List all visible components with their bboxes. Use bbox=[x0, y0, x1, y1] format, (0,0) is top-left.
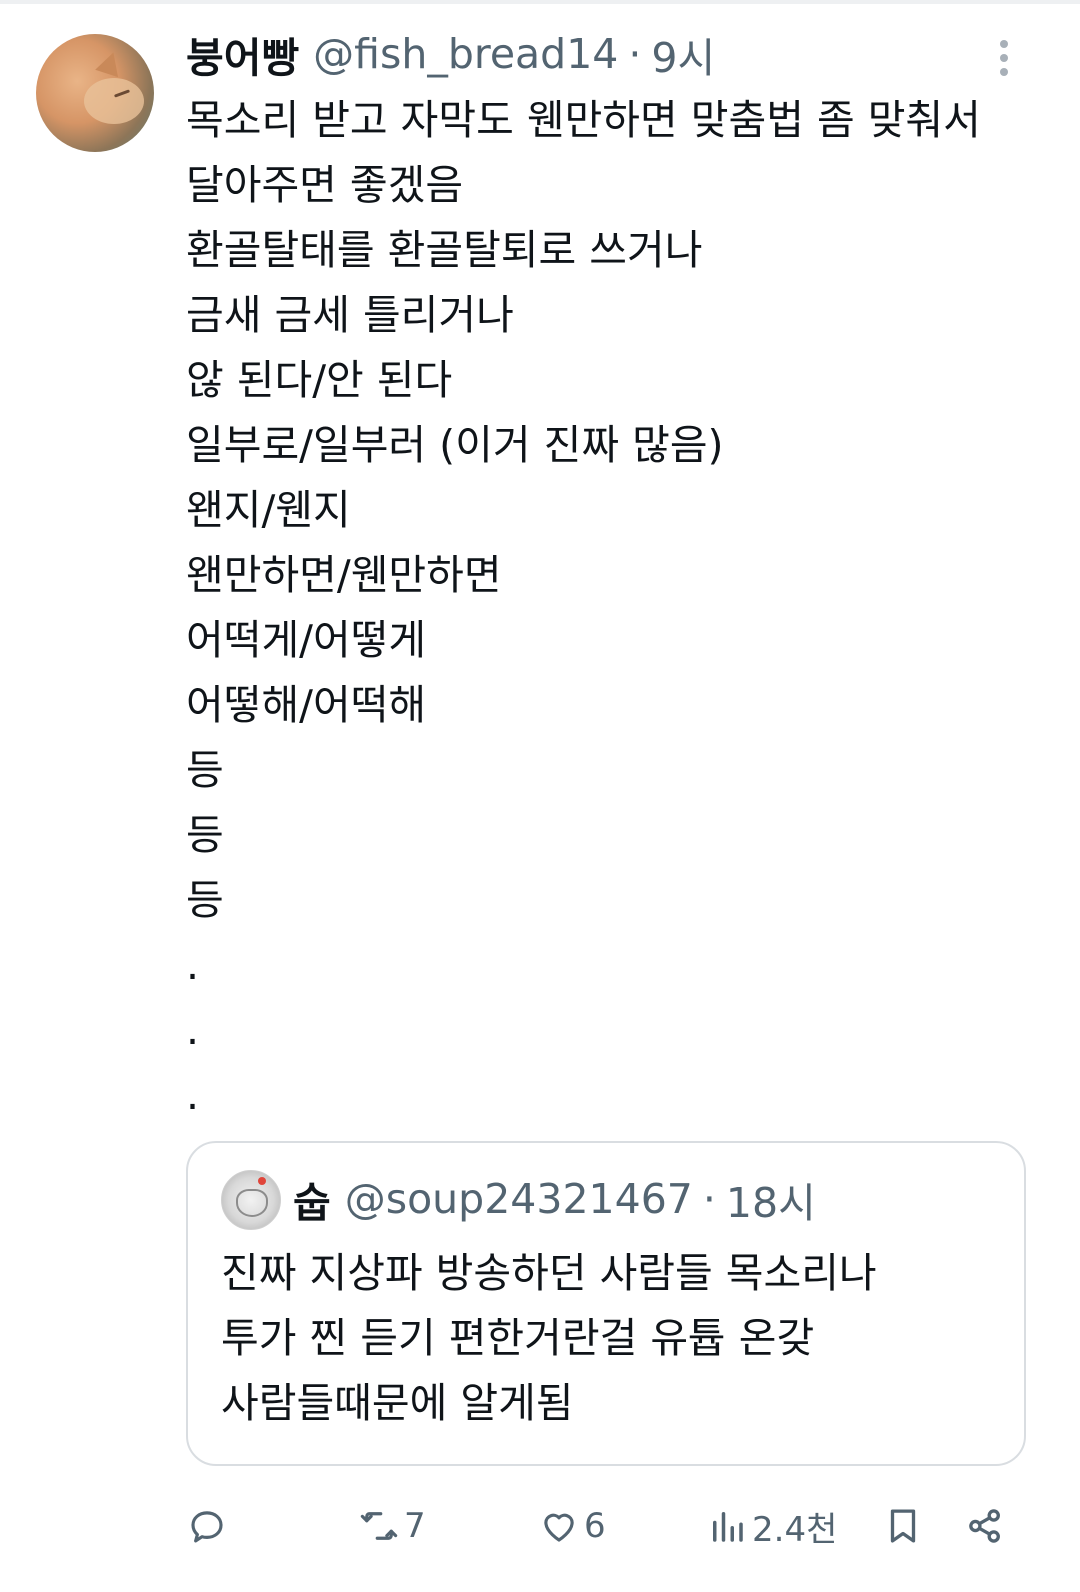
tweet-line: . bbox=[186, 941, 200, 989]
tweet-time[interactable]: 9시 bbox=[651, 24, 715, 84]
share-icon bbox=[969, 1509, 1000, 1543]
retweet-icon bbox=[360, 1512, 398, 1540]
like-count: 6 bbox=[584, 1506, 606, 1546]
quoted-line: 진짜 지상파 방송하던 사람들 목소리나 bbox=[221, 1249, 877, 1297]
reply-button[interactable] bbox=[186, 1496, 228, 1556]
heart-icon bbox=[544, 1513, 574, 1542]
quoted-body: 진짜 지상파 방송하던 사람들 목소리나 투가 찐 듣기 편한거란걸 유튭 온갖… bbox=[221, 1241, 877, 1436]
retweet-button[interactable]: 7 bbox=[358, 1496, 426, 1556]
tweet-header: 붕어빵 @fish_bread14 · 9시 bbox=[186, 26, 715, 82]
tweet-line: 왠만하면/웬만하면 bbox=[186, 551, 502, 599]
avatar-red-dot bbox=[258, 1177, 266, 1185]
views-count: 2.4천 bbox=[752, 1509, 838, 1550]
share-button[interactable] bbox=[964, 1496, 1006, 1556]
tweet-line: 왠지/웬지 bbox=[186, 486, 351, 534]
tweet-body: 목소리 받고 자막도 웬만하면 맞춤법 좀 맞춰서 달아주면 좋겠음 환골탈태를… bbox=[186, 88, 1046, 1128]
quoted-author-handle[interactable]: @soup24321467 bbox=[345, 1175, 693, 1223]
tweet-line: 어떡게/어떻게 bbox=[186, 616, 427, 664]
like-button[interactable]: 6 bbox=[538, 1496, 606, 1556]
tweet-line: 일부로/일부러 (이거 진짜 많음) bbox=[186, 421, 724, 469]
bookmark-button[interactable] bbox=[882, 1496, 924, 1556]
tweet-line: . bbox=[186, 1071, 200, 1119]
quoted-author-name[interactable]: 숩 bbox=[293, 1169, 331, 1229]
avatar-cat-face bbox=[84, 78, 144, 124]
retweet-count: 7 bbox=[404, 1506, 426, 1546]
reply-icon bbox=[191, 1511, 223, 1543]
tweet-line: 않 된다/안 된다 bbox=[186, 356, 453, 404]
views-button[interactable]: 2.4천 bbox=[706, 1496, 837, 1556]
quoted-author-avatar[interactable] bbox=[221, 1170, 281, 1230]
avatar-sketch bbox=[236, 1189, 268, 1217]
tweet-line: 어떻해/어떡해 bbox=[186, 681, 427, 729]
author-avatar[interactable] bbox=[36, 34, 154, 152]
quoted-line: 투가 찐 듣기 편한거란걸 유튭 온갖 bbox=[221, 1314, 815, 1362]
quoted-line: 사람들때문에 알게됨 bbox=[221, 1379, 574, 1427]
quoted-time[interactable]: 18시 bbox=[726, 1169, 816, 1229]
quoted-header: 숩 @soup24321467 · 18시 bbox=[293, 1173, 816, 1227]
bookmark-icon bbox=[890, 1509, 916, 1543]
author-handle[interactable]: @fish_bread14 bbox=[313, 30, 618, 78]
tweet-line: 금새 금세 틀리거나 bbox=[186, 291, 514, 339]
header-separator: · bbox=[628, 30, 642, 78]
tweet-line: 등 bbox=[186, 811, 224, 859]
tweet-line: 등 bbox=[186, 746, 224, 794]
top-divider bbox=[0, 0, 1080, 4]
quoted-separator: · bbox=[702, 1175, 716, 1223]
tweet-line: 환골탈태를 환골탈퇴로 쓰거나 bbox=[186, 226, 703, 274]
action-bar: 7 6 2.4천 bbox=[0, 1496, 1080, 1556]
tweet-line: . bbox=[186, 1006, 200, 1054]
tweet-line: 목소리 받고 자막도 웬만하면 맞춤법 좀 맞춰서 bbox=[186, 96, 981, 144]
views-icon bbox=[713, 1512, 743, 1542]
tweet-line: 등 bbox=[186, 876, 224, 924]
more-options-icon[interactable] bbox=[990, 38, 1018, 78]
tweet-line: 달아주면 좋겠음 bbox=[186, 161, 464, 209]
quoted-tweet[interactable]: 숩 @soup24321467 · 18시 진짜 지상파 방송하던 사람들 목소… bbox=[186, 1141, 1026, 1466]
avatar-cat-ear bbox=[95, 48, 125, 78]
author-name[interactable]: 붕어빵 bbox=[186, 24, 299, 84]
